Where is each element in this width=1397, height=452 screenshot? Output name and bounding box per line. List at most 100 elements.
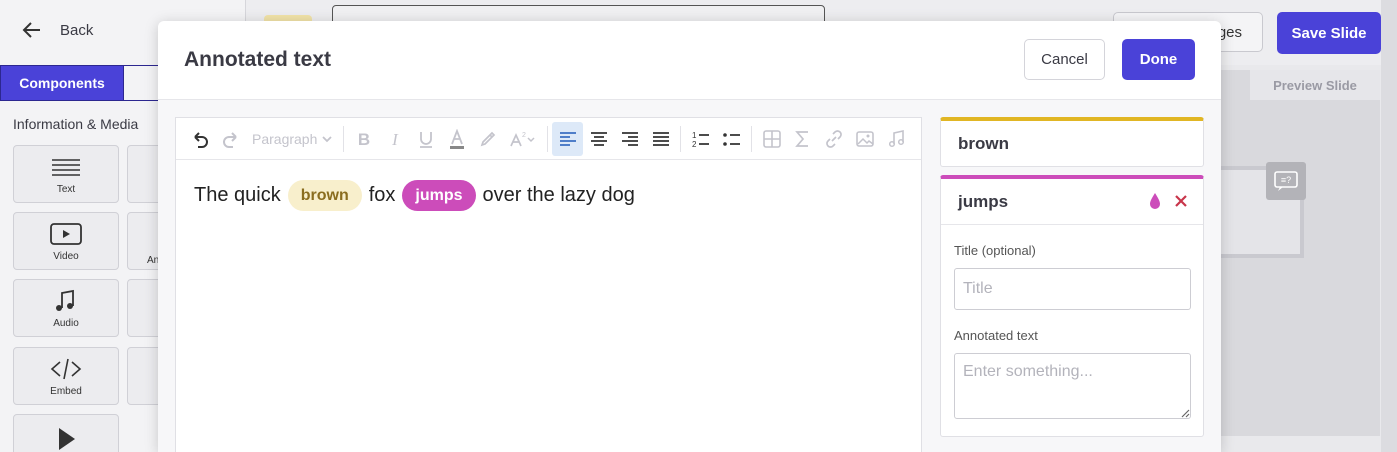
- paragraph-select[interactable]: Paragraph: [246, 122, 339, 156]
- svg-text:2: 2: [522, 132, 526, 139]
- redo-button[interactable]: [215, 122, 246, 156]
- annotations-panel: brown jumps Title (optional) Annotated t…: [940, 117, 1204, 452]
- title-input[interactable]: [954, 268, 1191, 310]
- text-lines-icon: [52, 158, 80, 176]
- svg-text:≡?: ≡?: [1281, 175, 1291, 185]
- annotation-jumps[interactable]: jumps: [402, 180, 476, 211]
- svg-text:I: I: [391, 130, 399, 149]
- annotated-text-modal: Annotated text Cancel Done Paragraph B I…: [158, 21, 1221, 452]
- numbered-list-icon: 12: [692, 131, 709, 149]
- table-icon: [763, 129, 781, 148]
- highlighter-icon: [480, 131, 496, 146]
- code-icon: [50, 358, 82, 379]
- text-segment: The quick: [194, 184, 281, 206]
- arrow-left-icon: [22, 22, 40, 38]
- chevron-down-icon: [322, 135, 333, 142]
- resize-handle-icon[interactable]: [1180, 408, 1190, 418]
- toolbar-divider: [343, 125, 345, 152]
- align-justify-icon: [652, 131, 669, 146]
- align-left-icon: [559, 131, 576, 146]
- align-right-icon: [621, 131, 638, 146]
- tile-label: Embed: [50, 385, 82, 397]
- numbered-list-button[interactable]: 12: [685, 122, 716, 156]
- svg-text:2: 2: [692, 140, 697, 149]
- audio-button[interactable]: [880, 122, 911, 156]
- modal-title: Annotated text: [184, 48, 331, 71]
- bold-button[interactable]: B: [348, 122, 379, 156]
- done-button[interactable]: Done: [1122, 39, 1195, 80]
- music-note-icon: [56, 289, 74, 311]
- superscript-icon: 2: [510, 132, 535, 146]
- music-note-icon: [888, 129, 904, 147]
- annotation-brown[interactable]: brown: [287, 180, 362, 211]
- text-segment: fox: [368, 184, 396, 206]
- link-icon: [826, 129, 842, 148]
- redo-icon: [222, 131, 237, 148]
- toolbar-divider: [547, 125, 549, 152]
- align-left-button[interactable]: [552, 121, 584, 156]
- align-center-button[interactable]: [583, 122, 614, 156]
- toolbar-divider: [751, 125, 753, 152]
- scrollbar[interactable]: [1381, 0, 1397, 452]
- svg-text:B: B: [358, 130, 370, 149]
- tile-label: Text: [56, 183, 76, 195]
- annotated-text-input[interactable]: [954, 353, 1191, 419]
- underline-button[interactable]: [410, 122, 441, 156]
- bullet-list-button[interactable]: [716, 122, 747, 156]
- back-button[interactable]: Back: [22, 20, 93, 40]
- align-center-icon: [590, 131, 607, 146]
- tile-video[interactable]: Video: [13, 212, 119, 270]
- annotated-text-label: Annotated text: [954, 328, 1038, 343]
- toolbar-divider: [680, 125, 682, 152]
- editor-toolbar: Paragraph B I 2 1 2: [176, 118, 921, 160]
- image-button[interactable]: [849, 122, 880, 156]
- play-icon: [59, 428, 75, 450]
- editor-content[interactable]: The quick brown fox jumps over the lazy …: [194, 180, 635, 211]
- tab-preview-slide[interactable]: Preview Slide: [1250, 70, 1380, 100]
- editor-area: Paragraph B I 2 1 2 The quick brown fox …: [158, 100, 1221, 452]
- save-slide-button[interactable]: Save Slide: [1277, 12, 1381, 54]
- annotation-component-icon: ≡?: [1266, 162, 1306, 200]
- cancel-button[interactable]: Cancel: [1024, 39, 1105, 80]
- sigma-icon: [795, 130, 808, 147]
- paragraph-label: Paragraph: [252, 130, 318, 147]
- close-icon[interactable]: [1173, 191, 1189, 211]
- tile-label: Video: [53, 250, 79, 262]
- title-field-label: Title (optional): [954, 243, 1036, 258]
- card-divider: [941, 224, 1203, 225]
- undo-button[interactable]: [184, 122, 215, 156]
- tab-components[interactable]: Components: [0, 65, 124, 101]
- tile-embed[interactable]: Embed: [13, 347, 119, 405]
- video-icon: [50, 222, 82, 245]
- link-button[interactable]: [818, 122, 849, 156]
- modal-header: Annotated text Cancel Done: [158, 21, 1221, 100]
- annotation-card-title: brown: [958, 134, 1009, 153]
- align-right-button[interactable]: [614, 122, 645, 156]
- undo-icon: [193, 131, 208, 148]
- underline-icon: [419, 131, 432, 148]
- italic-button[interactable]: I: [379, 122, 410, 156]
- bold-icon: B: [358, 130, 370, 149]
- annotation-card-title: jumps: [958, 192, 1009, 211]
- annotation-card-brown[interactable]: brown: [940, 117, 1204, 167]
- color-drop-icon[interactable]: [1147, 191, 1163, 211]
- superscript-button[interactable]: 2: [503, 122, 543, 156]
- highlight-button[interactable]: [472, 122, 503, 156]
- font-color-button[interactable]: [441, 122, 472, 156]
- tile-text[interactable]: Text: [13, 145, 119, 203]
- font-color-icon: [449, 128, 464, 149]
- tile-play[interactable]: [13, 414, 119, 452]
- tile-label: Audio: [53, 317, 79, 329]
- svg-text:1: 1: [692, 131, 697, 140]
- rich-text-editor[interactable]: Paragraph B I 2 1 2 The quick brown fox …: [175, 117, 922, 452]
- text-segment: over the lazy dog: [482, 184, 635, 206]
- tile-audio[interactable]: Audio: [13, 279, 119, 337]
- italic-icon: I: [391, 130, 399, 149]
- align-justify-button[interactable]: [645, 122, 676, 156]
- table-button[interactable]: [756, 122, 787, 156]
- formula-button[interactable]: [787, 122, 818, 156]
- section-label: Information & Media: [13, 116, 139, 132]
- image-icon: [856, 130, 874, 147]
- back-label: Back: [60, 21, 94, 39]
- bullet-list-icon: [723, 132, 740, 146]
